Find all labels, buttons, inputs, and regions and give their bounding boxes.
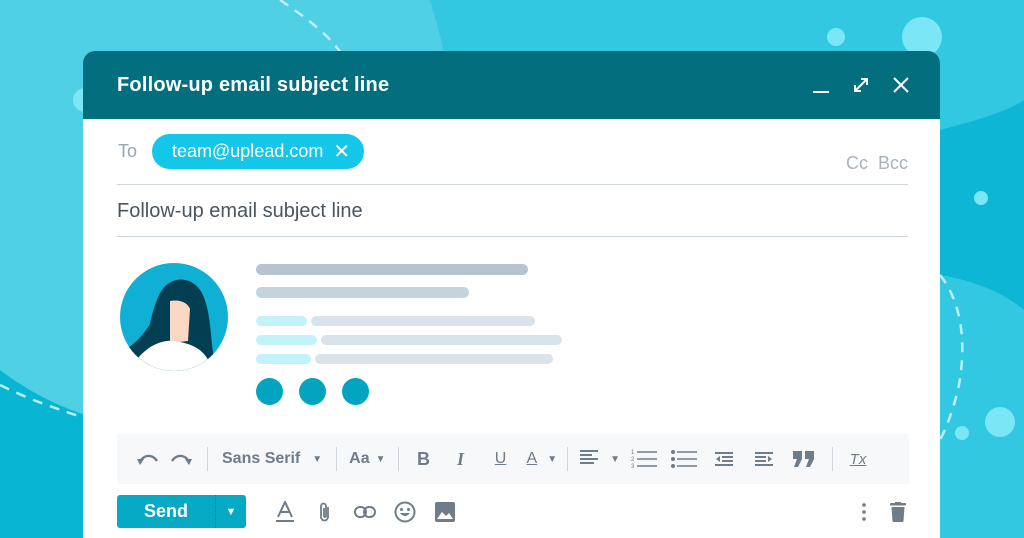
placeholder-tag — [256, 316, 307, 326]
italic-button[interactable]: I — [441, 444, 481, 474]
trash-icon[interactable] — [888, 499, 908, 525]
compose-options — [272, 499, 458, 525]
chevron-down-icon: ▼ — [547, 453, 558, 465]
svg-text:3: 3 — [631, 464, 635, 469]
indent-icon[interactable] — [744, 444, 784, 474]
more-options-icon[interactable] — [854, 499, 874, 525]
placeholder-tag — [256, 354, 311, 364]
toolbar-divider — [397, 447, 399, 471]
redo-icon[interactable] — [163, 444, 199, 474]
to-label: To — [118, 141, 138, 161]
image-icon[interactable] — [432, 499, 458, 525]
cc-link[interactable]: Cc — [846, 153, 868, 174]
placeholder-line — [256, 264, 528, 275]
bottom-action-bar: Send ▼ — [117, 495, 908, 529]
remove-recipient-icon[interactable]: ✕ — [333, 142, 350, 162]
toolbar-divider — [567, 447, 569, 471]
recipient-email: team@uplead.com — [172, 141, 324, 161]
align-left-icon — [580, 449, 599, 469]
cc-bcc-links: Cc Bcc — [846, 153, 908, 174]
placeholder-dot — [342, 378, 369, 405]
placeholder-line — [321, 335, 562, 345]
window-controls — [810, 74, 912, 96]
text-color-select[interactable]: A ▼ — [521, 444, 560, 474]
underline-button[interactable]: U — [481, 444, 521, 474]
svg-text:1: 1 — [631, 450, 635, 456]
title-bar: Follow-up email subject line — [83, 51, 940, 119]
recipient-chip[interactable]: team@uplead.com ✕ — [152, 134, 365, 169]
quote-icon[interactable] — [784, 444, 824, 474]
link-icon[interactable] — [352, 499, 378, 525]
send-button[interactable]: Send ▼ — [117, 495, 246, 528]
toolbar-divider — [832, 447, 834, 471]
placeholder-tag — [256, 335, 317, 345]
placeholder-line — [315, 354, 553, 364]
subject-input[interactable]: Follow-up email subject line — [117, 200, 363, 223]
placeholder-dot — [299, 378, 326, 405]
chevron-down-icon: ▼ — [312, 453, 323, 465]
subject-field[interactable]: Follow-up email subject line — [117, 184, 908, 237]
placeholder-line — [311, 316, 535, 326]
emoji-icon[interactable] — [392, 499, 418, 525]
bcc-link[interactable]: Bcc — [878, 153, 908, 174]
to-field[interactable]: To team@uplead.com ✕ Cc Bcc — [117, 119, 908, 185]
bulleted-list-icon[interactable] — [664, 444, 704, 474]
remove-format-button[interactable]: Tx — [841, 444, 875, 474]
svg-text:2: 2 — [631, 457, 635, 463]
send-label: Send — [143, 501, 188, 521]
placeholder-line — [256, 287, 469, 298]
bold-button[interactable]: B — [407, 444, 441, 474]
window-title: Follow-up email subject line — [117, 73, 390, 96]
align-select[interactable]: ▼ — [576, 444, 624, 474]
text-color-icon: A — [526, 450, 538, 467]
toolbar-divider — [336, 447, 338, 471]
more-actions — [854, 499, 908, 525]
chevron-down-icon: ▼ — [375, 453, 386, 465]
font-size-select[interactable]: Aa ▼ — [345, 444, 389, 474]
font-family-select[interactable]: Sans Serif ▼ — [216, 444, 328, 474]
send-options-caret[interactable]: ▼ — [215, 495, 246, 528]
minimize-icon[interactable] — [810, 74, 832, 96]
chevron-down-icon: ▼ — [610, 453, 621, 465]
woman-avatar-icon — [120, 263, 228, 371]
close-icon[interactable] — [890, 74, 912, 96]
expand-icon[interactable] — [850, 74, 872, 96]
outdent-icon[interactable] — [704, 444, 744, 474]
numbered-list-icon[interactable]: 123 — [624, 444, 664, 474]
toolbar-divider — [207, 447, 208, 471]
font-family-value: Sans Serif — [222, 450, 301, 467]
undo-icon[interactable] — [133, 444, 163, 474]
placeholder-dot — [256, 378, 283, 405]
font-size-label: Aa — [349, 450, 370, 467]
attachment-icon[interactable] — [312, 499, 338, 525]
formatting-toolbar: Sans Serif ▼ Aa ▼ B I U A ▼ ▼ 123 Tx — [117, 434, 909, 484]
compose-window: Follow-up email subject line To team@upl… — [83, 51, 940, 538]
text-format-icon[interactable] — [272, 499, 298, 525]
